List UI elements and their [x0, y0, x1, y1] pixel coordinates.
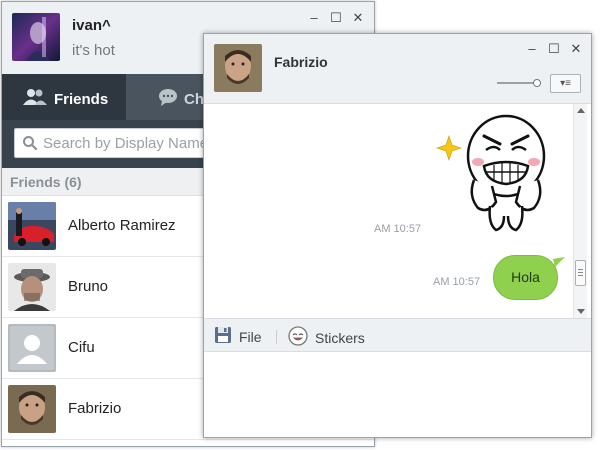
file-button[interactable]: File — [214, 326, 262, 347]
message-bubble[interactable]: Hola — [493, 255, 558, 300]
scroll-thumb[interactable] — [575, 260, 586, 286]
profile-name: ivan^ — [72, 17, 111, 34]
opacity-slider[interactable] — [497, 79, 543, 87]
message-timestamp: AM 10:57 — [374, 223, 422, 235]
slider-knob[interactable] — [533, 79, 541, 87]
message-timestamp: AM 10:57 — [433, 276, 481, 288]
friend-avatar — [8, 263, 56, 311]
chat-header: Fabrizio – ☐ ✕ ▾≡ — [204, 34, 591, 104]
toolbar-divider — [276, 330, 277, 344]
message-area: AM 10:57 AM 10:57 Hola — [204, 104, 591, 318]
stickers-label: Stickers — [315, 329, 365, 346]
contact-name: Fabrizio — [274, 54, 328, 70]
friend-name: Fabrizio — [68, 400, 122, 417]
chat-menu-button[interactable]: ▾≡ — [550, 74, 581, 93]
scrollbar[interactable] — [573, 104, 587, 318]
minimize-icon: – — [310, 10, 318, 25]
friend-name: Alberto Ramirez — [68, 217, 176, 234]
chat-bubble-icon — [158, 88, 178, 110]
scroll-down-icon[interactable] — [577, 309, 585, 314]
friend-name: Cifu — [68, 339, 95, 356]
friend-avatar — [8, 385, 56, 433]
scroll-up-icon[interactable] — [577, 108, 585, 113]
profile-avatar[interactable] — [12, 13, 60, 61]
minimize-button[interactable]: – — [524, 41, 540, 57]
close-button[interactable]: ✕ — [350, 10, 366, 26]
friend-avatar — [8, 202, 56, 250]
close-icon: ✕ — [352, 10, 364, 25]
maximize-icon: ☐ — [548, 41, 560, 56]
maximize-button[interactable]: ☐ — [328, 10, 344, 26]
close-icon: ✕ — [570, 41, 582, 56]
default-avatar-icon — [8, 324, 56, 372]
maximize-icon: ☐ — [330, 10, 342, 25]
menu-icon: ▾≡ — [560, 78, 571, 89]
floppy-disk-icon — [214, 326, 232, 347]
message-input[interactable] — [204, 352, 591, 437]
minimize-icon: – — [528, 41, 536, 56]
chat-toolbar: File Stickers — [204, 318, 591, 352]
contact-avatar[interactable] — [214, 44, 262, 92]
bubble-tail-icon — [553, 257, 565, 267]
sticker-message[interactable] — [434, 110, 550, 234]
chat-window: Fabrizio – ☐ ✕ ▾≡ AM 10:57 AM 10:57 Hola… — [203, 33, 592, 438]
file-label: File — [239, 328, 262, 345]
friends-count-label: Friends (6) — [10, 174, 82, 190]
search-icon — [22, 135, 38, 156]
tab-friends-label: Friends — [54, 90, 109, 108]
friend-name: Bruno — [68, 278, 109, 295]
close-button[interactable]: ✕ — [568, 41, 584, 57]
profile-status[interactable]: it's hot — [72, 42, 115, 59]
people-icon — [22, 88, 48, 110]
minimize-button[interactable]: – — [306, 10, 322, 26]
tab-friends[interactable]: Friends — [2, 74, 126, 120]
maximize-button[interactable]: ☐ — [546, 41, 562, 57]
sticker-face-icon — [288, 326, 308, 349]
stickers-button[interactable]: Stickers — [288, 326, 365, 349]
